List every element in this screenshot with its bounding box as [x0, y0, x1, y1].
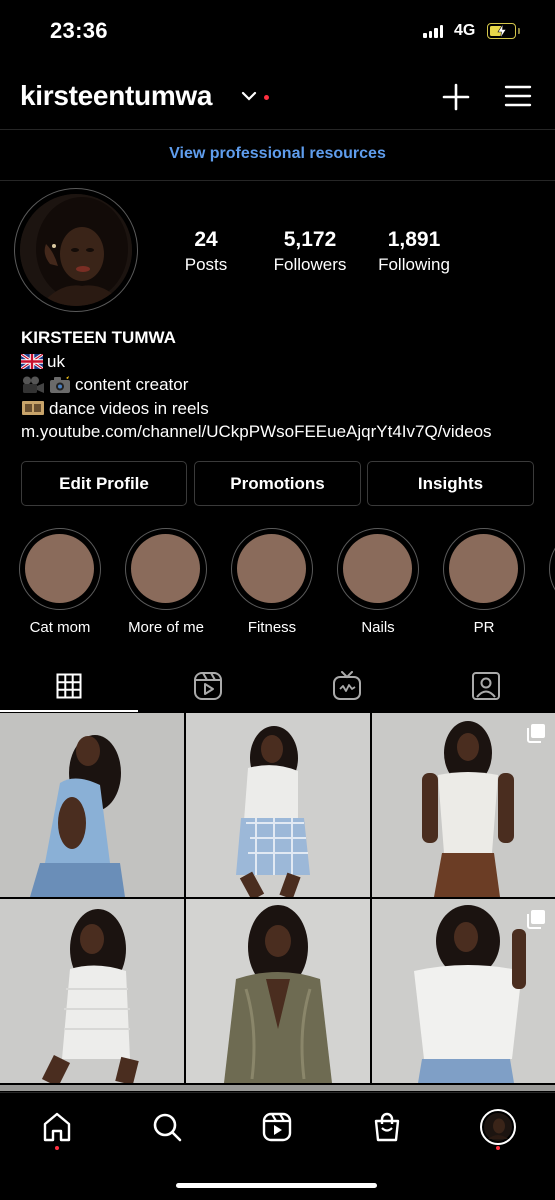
bio-role-line: content creator [21, 373, 541, 397]
home-indicator [176, 1183, 377, 1188]
profile-notification-dot [496, 1146, 500, 1150]
followers-label: Followers [273, 255, 347, 274]
reels-icon [262, 1112, 292, 1142]
charging-bolt-icon [497, 24, 507, 38]
highlight-label: Fitness [247, 619, 297, 636]
bio-location-line: uk [21, 350, 541, 374]
highlight-cover [343, 534, 412, 603]
notification-dot [264, 95, 269, 100]
profile-avatar [480, 1109, 516, 1145]
posts-grid [0, 713, 555, 1091]
following-stat[interactable]: 1,891 Following [369, 228, 459, 275]
carousel-icon [527, 724, 545, 743]
bio-website-link[interactable]: m.youtube.com/channel/UCkpPWsoFEEueAjqrY… [21, 420, 541, 444]
highlight-pr[interactable]: PR [441, 528, 527, 636]
highlight-cover [449, 534, 518, 603]
following-label: Following [378, 255, 450, 274]
highlight-ring [125, 528, 207, 610]
bio-role: content creator [75, 375, 189, 394]
bio-content-line: dance videos in reels [21, 397, 541, 421]
post-thumbnail[interactable] [372, 899, 555, 1083]
active-tab-indicator [0, 710, 138, 712]
bio-location: uk [47, 351, 65, 371]
highlight-cover [237, 534, 306, 603]
highlight-label: Nails [361, 619, 395, 636]
following-count: 1,891 [387, 228, 441, 251]
nav-shop[interactable] [367, 1107, 407, 1147]
reels-icon [194, 672, 222, 700]
tab-igtv[interactable] [278, 660, 416, 712]
search-icon [153, 1113, 182, 1142]
professional-resources-link[interactable]: View professional resources [0, 131, 555, 181]
username-switcher[interactable]: kirsteentumwa [20, 80, 212, 112]
tab-tagged[interactable] [417, 660, 555, 712]
posts-label: Posts [184, 255, 228, 274]
followers-count: 5,172 [283, 228, 337, 251]
grid-icon [56, 673, 82, 699]
highlight-ring [19, 528, 101, 610]
carousel-icon [527, 910, 545, 929]
home-icon [43, 1112, 71, 1142]
video-camera-emoji [23, 376, 44, 393]
camera-flash-emoji [50, 375, 70, 393]
menu-icon[interactable] [504, 84, 532, 108]
display-name: KIRSTEEN TUMWA [21, 328, 176, 347]
bio-content: dance videos in reels [49, 398, 209, 418]
uk-flag-emoji [21, 353, 43, 369]
avatar-photo [20, 194, 132, 306]
chevron-down-icon[interactable] [241, 91, 257, 101]
highlight-more-of-me[interactable]: More of me [123, 528, 209, 636]
highlight-cover [25, 534, 94, 603]
posts-count: 24 [194, 228, 218, 251]
highlight-label: Cat mom [29, 619, 91, 636]
profile-tabs [0, 660, 555, 712]
post-thumbnail[interactable] [186, 899, 370, 1083]
network-type: 4G [454, 22, 476, 39]
highlight-ring [443, 528, 525, 610]
post-photo [0, 713, 184, 897]
home-notification-dot [55, 1146, 59, 1150]
post-photo [0, 899, 184, 1083]
profile-avatar[interactable] [20, 194, 132, 306]
highlight-ring [337, 528, 419, 610]
followers-stat[interactable]: 5,172 Followers [265, 228, 355, 275]
highlight-nails[interactable]: Nails [335, 528, 421, 636]
nav-home[interactable] [37, 1107, 77, 1147]
battery-cap [518, 28, 520, 34]
profile-header: kirsteentumwa [0, 62, 555, 130]
profile-bio: KIRSTEEN TUMWA uk content creator dance … [21, 326, 541, 444]
highlight-label: PR [473, 619, 495, 636]
post-thumbnail[interactable] [186, 713, 370, 897]
shop-icon [374, 1112, 400, 1142]
post-thumbnail[interactable] [0, 713, 184, 897]
highlight-label: More of me [128, 619, 204, 636]
edit-profile-button[interactable]: Edit Profile [21, 461, 187, 506]
tab-reels[interactable] [139, 660, 277, 712]
promotions-button[interactable]: Promotions [194, 461, 361, 506]
post-thumbnail-row-partial [0, 1085, 555, 1091]
nav-profile[interactable] [478, 1107, 518, 1147]
signal-icon [423, 24, 443, 38]
film-frames-emoji [22, 401, 44, 416]
highlight-ring [231, 528, 313, 610]
nav-search[interactable] [147, 1107, 187, 1147]
post-thumbnail[interactable] [372, 713, 555, 897]
posts-stat[interactable]: 24 Posts [166, 228, 246, 275]
post-photo [186, 713, 370, 897]
new-post-icon[interactable] [441, 82, 471, 112]
highlight-fitness[interactable]: Fitness [229, 528, 315, 636]
igtv-icon [333, 671, 361, 700]
status-time: 23:36 [50, 18, 108, 43]
highlight-cat-mom[interactable]: Cat mom [17, 528, 103, 636]
nav-reels[interactable] [257, 1107, 297, 1147]
post-thumbnail[interactable] [0, 899, 184, 1083]
insights-button[interactable]: Insights [367, 461, 534, 506]
tagged-icon [472, 672, 500, 700]
post-photo [186, 899, 370, 1083]
tab-grid[interactable] [0, 660, 138, 712]
highlight-partial[interactable] [549, 528, 555, 610]
status-bar: 23:36 4G [0, 0, 555, 62]
highlight-cover [131, 534, 200, 603]
